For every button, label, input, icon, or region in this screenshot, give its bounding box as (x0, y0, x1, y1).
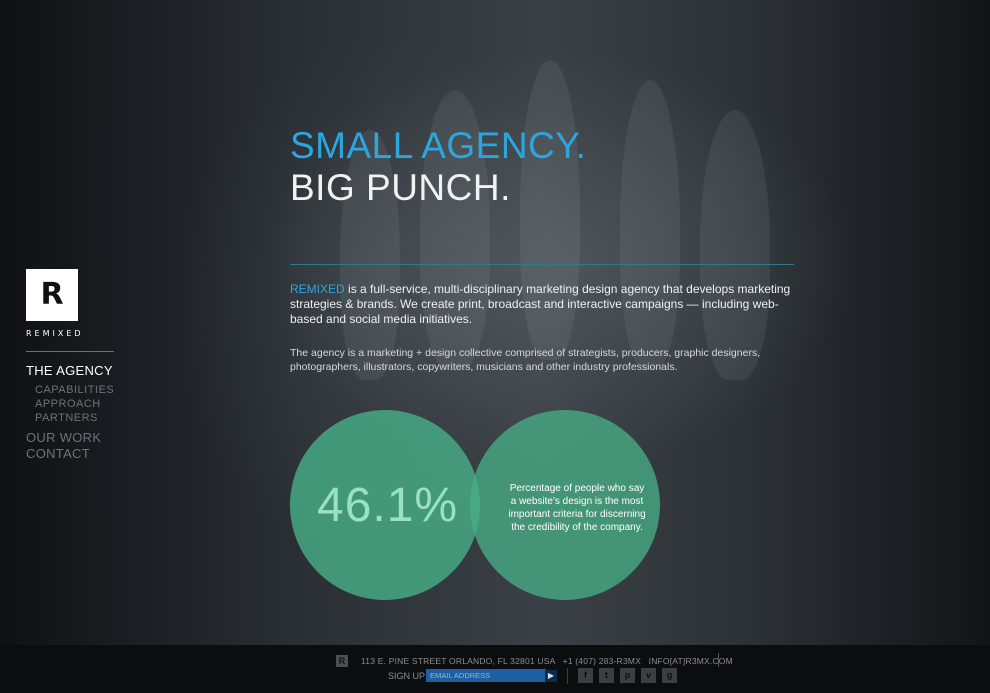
headline-line-1: SMALL AGENCY. (290, 125, 587, 166)
headline-line-2: BIG PUNCH. (290, 167, 511, 208)
footer-contact-info: 113 E. PINE STREET ORLANDO, FL 32801 USA… (361, 656, 733, 666)
logo-wordmark: REMIXED (26, 329, 84, 338)
pinterest-icon[interactable]: p (620, 668, 635, 683)
twitter-icon[interactable]: t (599, 668, 614, 683)
nav-item-our-work[interactable]: OUR WORK (26, 430, 101, 445)
logo-letter: R (40, 277, 64, 312)
stat-value: 46.1% (317, 479, 459, 532)
nav-item-the-agency[interactable]: THE AGENCY (26, 363, 113, 378)
intro-paragraph: REMIXED is a full-service, multi-discipl… (290, 282, 798, 327)
nav-subitem-capabilities[interactable]: CAPABILITIES (35, 384, 114, 396)
content-divider (290, 264, 794, 265)
background-figure (700, 110, 770, 380)
nav-item-contact[interactable]: CONTACT (26, 446, 90, 461)
facebook-icon[interactable]: f (578, 668, 593, 683)
remixed-logo[interactable]: R (26, 269, 78, 321)
stat-caption: Percentage of people who say a website's… (508, 483, 646, 533)
vimeo-icon[interactable]: v (641, 668, 656, 683)
nav-subitem-partners[interactable]: PARTNERS (35, 412, 98, 424)
nav-divider (26, 351, 114, 352)
nav-subitem-approach[interactable]: APPROACH (35, 398, 101, 410)
remixed-r-icon: R (336, 655, 348, 667)
intro-text: is a full-service, multi-disciplinary ma… (290, 282, 791, 326)
signup-label: SIGN UP (388, 671, 426, 681)
about-paragraph: The agency is a marketing + design colle… (290, 347, 761, 373)
play-arrow-icon[interactable]: ▶ (545, 670, 557, 682)
email-input[interactable] (426, 669, 546, 682)
footer-separator (567, 668, 568, 684)
google-plus-icon[interactable]: g (662, 668, 677, 683)
footer-divider (718, 653, 719, 667)
brand-name: REMIXED (290, 282, 345, 296)
